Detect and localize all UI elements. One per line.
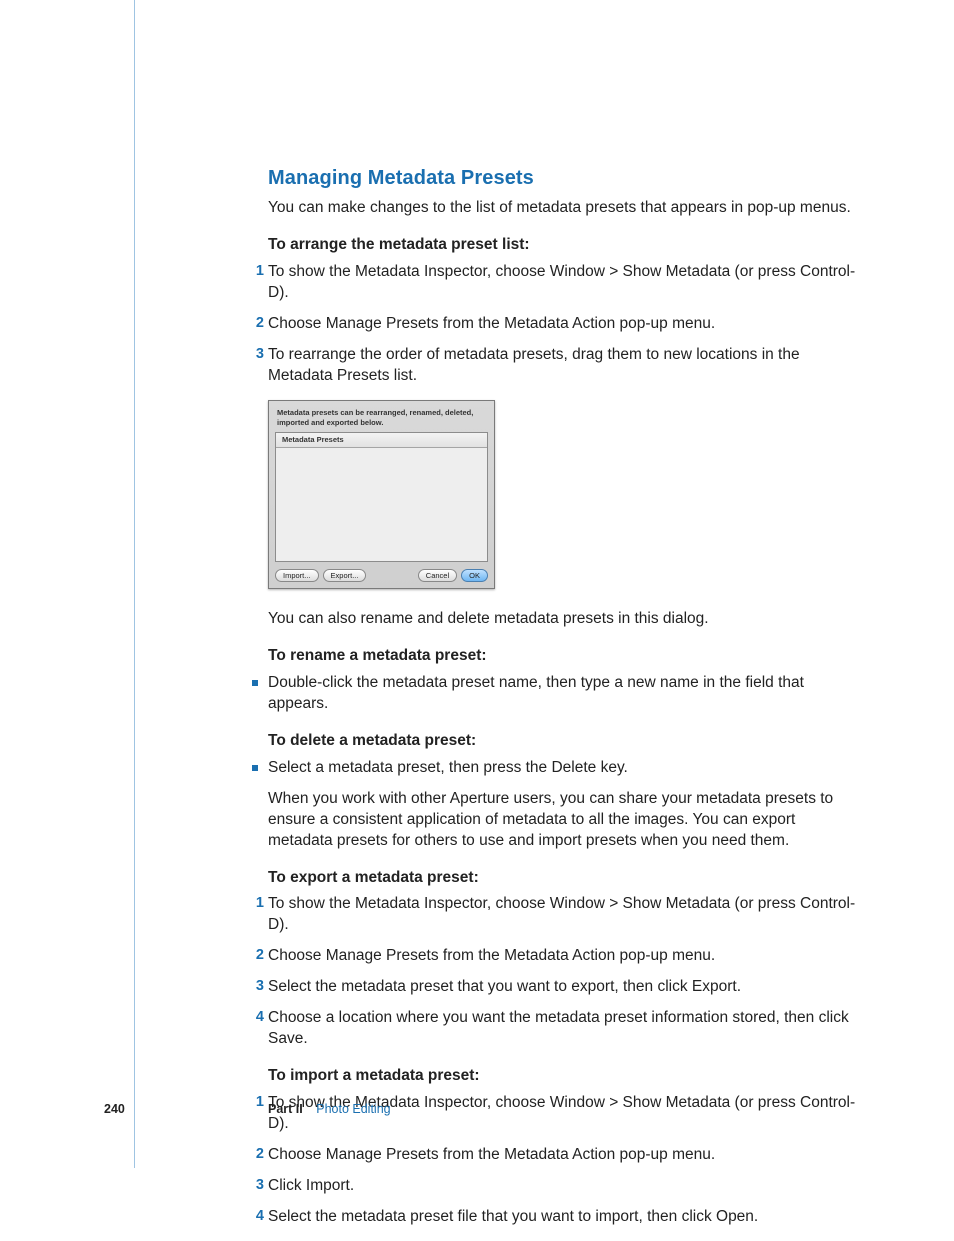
step: 1To show the Metadata Inspector, choose … (268, 262, 858, 304)
step-number: 2 (249, 314, 264, 334)
arrange-steps: 1To show the Metadata Inspector, choose … (268, 262, 858, 387)
rename-bullets: Double-click the metadata preset name, t… (268, 673, 858, 715)
dialog-message: Metadata presets can be rearranged, rena… (269, 401, 494, 432)
footer-part-label: Part II (268, 1102, 303, 1116)
task-delete-head: To delete a metadata preset: (268, 731, 858, 752)
step-number: 2 (249, 1145, 264, 1165)
task-export-head: To export a metadata preset: (268, 868, 858, 889)
step: 4Select the metadata preset file that yo… (268, 1207, 858, 1228)
step-text: Choose Manage Presets from the Metadata … (268, 315, 715, 332)
footer-part-name: Photo Editing (316, 1102, 390, 1116)
delete-extra-paragraph: When you work with other Aperture users,… (268, 789, 858, 852)
presets-list[interactable]: Metadata Presets (275, 432, 488, 562)
step-text: Select the metadata preset file that you… (268, 1208, 758, 1225)
list-item: Double-click the metadata preset name, t… (268, 673, 858, 715)
task-import-head: To import a metadata preset: (268, 1066, 858, 1087)
delete-bullets: Select a metadata preset, then press the… (268, 758, 858, 779)
bullet-text: Double-click the metadata preset name, t… (268, 674, 804, 712)
step: 2Choose Manage Presets from the Metadata… (268, 946, 858, 967)
step-text: Choose Manage Presets from the Metadata … (268, 947, 715, 964)
metadata-presets-dialog: Metadata presets can be rearranged, rena… (268, 400, 495, 589)
step-text: To show the Metadata Inspector, choose W… (268, 895, 855, 933)
step-text: Click Import. (268, 1177, 354, 1194)
bullet-icon (252, 765, 258, 771)
step: 1To show the Metadata Inspector, choose … (268, 894, 858, 936)
step-text: To show the Metadata Inspector, choose W… (268, 263, 855, 301)
import-button[interactable]: Import... (275, 569, 319, 582)
step-text: Choose Manage Presets from the Metadata … (268, 1146, 715, 1163)
intro-paragraph: You can make changes to the list of meta… (268, 198, 858, 219)
step: 3To rearrange the order of metadata pres… (268, 345, 858, 387)
step: 2Choose Manage Presets from the Metadata… (268, 314, 858, 335)
ok-button[interactable]: OK (461, 569, 488, 582)
export-steps: 1To show the Metadata Inspector, choose … (268, 894, 858, 1050)
step-number: 1 (249, 894, 264, 914)
bullet-icon (252, 680, 258, 686)
section-heading: Managing Metadata Presets (268, 165, 858, 192)
page: Managing Metadata Presets You can make c… (0, 0, 954, 1235)
task-rename-head: To rename a metadata preset: (268, 646, 858, 667)
bullet-text: Select a metadata preset, then press the… (268, 759, 628, 776)
task-arrange-head: To arrange the metadata preset list: (268, 235, 858, 256)
step-number: 4 (249, 1207, 264, 1227)
after-dialog-paragraph: You can also rename and delete metadata … (268, 609, 858, 630)
step-text: Choose a location where you want the met… (268, 1009, 849, 1047)
footer-part: Part II Photo Editing (268, 1101, 391, 1118)
step-number: 2 (249, 946, 264, 966)
cancel-button[interactable]: Cancel (418, 569, 457, 582)
step-number: 1 (249, 1093, 264, 1113)
step-number: 4 (249, 1008, 264, 1028)
step: 2Choose Manage Presets from the Metadata… (268, 1145, 858, 1166)
step-number: 1 (249, 262, 264, 282)
page-number: 240 (104, 1101, 125, 1118)
export-button[interactable]: Export... (323, 569, 367, 582)
step: 4Choose a location where you want the me… (268, 1008, 858, 1050)
step-number: 3 (249, 345, 264, 365)
list-item: Select a metadata preset, then press the… (268, 758, 858, 779)
content-area: Managing Metadata Presets You can make c… (268, 165, 858, 1241)
step-text: Select the metadata preset that you want… (268, 978, 741, 995)
step: 3Select the metadata preset that you wan… (268, 977, 858, 998)
step-text: To rearrange the order of metadata prese… (268, 346, 800, 384)
margin-rule (134, 0, 135, 1168)
step: 3Click Import. (268, 1176, 858, 1197)
dialog-button-row: Import... Export... Cancel OK (269, 562, 494, 588)
step-number: 3 (249, 977, 264, 997)
presets-list-header: Metadata Presets (276, 433, 487, 448)
step-number: 3 (249, 1176, 264, 1196)
